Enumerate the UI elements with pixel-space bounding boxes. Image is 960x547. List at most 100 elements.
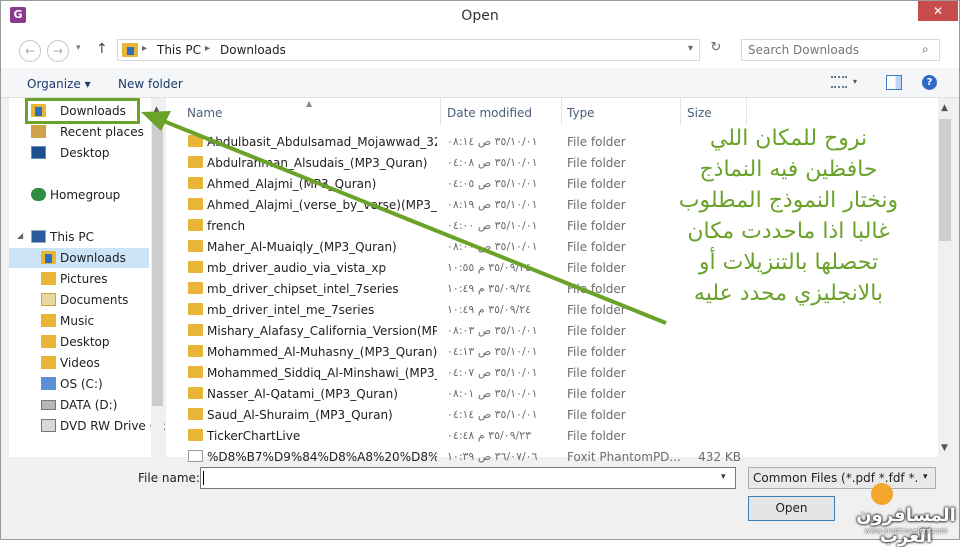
- column-divider[interactable]: [746, 98, 747, 125]
- folder-icon: [188, 303, 203, 315]
- close-button[interactable]: ✕: [918, 1, 958, 21]
- sort-ascending-icon: ▲: [306, 99, 313, 108]
- hard-drive-icon: [41, 400, 56, 410]
- filename-dropdown-icon[interactable]: ▾: [721, 472, 726, 482]
- folder-icon: [188, 240, 203, 252]
- folder-icon: [188, 366, 203, 378]
- sidebar-item-desktop[interactable]: Desktop: [9, 332, 149, 352]
- new-folder-button[interactable]: New folder: [118, 77, 183, 91]
- folder-icon: [188, 261, 203, 273]
- recent-locations-dropdown-icon[interactable]: ▾: [76, 43, 81, 53]
- folder-icon: [188, 408, 203, 420]
- pictures-folder-icon: [41, 272, 56, 285]
- sidebar-item-os-c[interactable]: OS (C:): [9, 374, 149, 394]
- folder-icon: [188, 135, 203, 147]
- sidebar-item-label: Music: [60, 314, 95, 328]
- back-button[interactable]: ←: [19, 40, 41, 62]
- file-type: File folder: [567, 156, 626, 170]
- help-icon[interactable]: ?: [922, 75, 937, 90]
- file-date: ٣٥/١٠/٠١ ص ٠٤:١٤: [447, 408, 538, 421]
- column-divider[interactable]: [680, 98, 681, 125]
- search-icon[interactable]: ⌕: [922, 42, 929, 57]
- sidebar-item-label: Pictures: [60, 272, 108, 286]
- view-dropdown-icon[interactable]: ▾: [853, 77, 857, 86]
- scroll-up-icon[interactable]: ▲: [153, 105, 160, 115]
- navigation-pane: Downloads Recent places Desktop Homegrou…: [9, 98, 166, 457]
- file-name: mb_driver_intel_me_7series: [207, 303, 375, 317]
- filename-input[interactable]: ▾: [200, 467, 736, 489]
- table-row[interactable]: Mohammed_Siddiq_Al-Minshawi_(MP3_... ٣٥/١…: [166, 362, 938, 383]
- column-header-date[interactable]: Date modified: [447, 106, 532, 120]
- sidebar-item-homegroup[interactable]: Homegroup: [9, 185, 149, 205]
- annotation-text: نروح للمكان اللي حافظين فيه النماذج ونخت…: [656, 123, 921, 309]
- open-button[interactable]: Open: [748, 496, 835, 521]
- breadcrumb-this-pc[interactable]: This PC: [157, 43, 201, 57]
- file-type: File folder: [567, 219, 626, 233]
- sidebar-item-videos[interactable]: Videos: [9, 353, 149, 373]
- column-header-size[interactable]: Size: [687, 106, 712, 120]
- sidebar-item-label: Recent places: [60, 125, 144, 139]
- file-date: ٣٥/٠٩/٢٤ م ١٠:٤٩: [447, 303, 532, 316]
- search-placeholder: Search Downloads: [748, 43, 859, 57]
- table-row[interactable]: Nasser_Al-Qatami_(MP3_Quran) ٣٥/١٠/٠١ ص ٠…: [166, 383, 938, 404]
- forward-button[interactable]: →: [47, 40, 69, 62]
- folder-icon: [188, 345, 203, 357]
- file-name: Saud_Al-Shuraim_(MP3_Quran): [207, 408, 393, 422]
- file-type: File folder: [567, 135, 626, 149]
- address-bar[interactable]: ▸ This PC ▸ Downloads ▾: [117, 39, 700, 61]
- sidebar-item-downloads[interactable]: Downloads: [9, 248, 149, 268]
- sidebar-item-desktop-favorite[interactable]: Desktop: [9, 143, 149, 163]
- sidebar-item-label: Videos: [60, 356, 100, 370]
- table-row[interactable]: Mishary_Alafasy_California_Version(MP3..…: [166, 320, 938, 341]
- scroll-up-icon[interactable]: ▲: [941, 103, 948, 113]
- dialog-title: Open: [461, 8, 499, 24]
- file-name: Nasser_Al-Qatami_(MP3_Quran): [207, 387, 398, 401]
- file-date: ٣٥/١٠/٠١ ص ٠٤:٠٨: [447, 156, 538, 169]
- table-row[interactable]: Mohammed_Al-Muhasny_(MP3_Quran) ٣٥/١٠/٠١ …: [166, 341, 938, 362]
- column-header-type[interactable]: Type: [567, 106, 595, 120]
- table-row[interactable]: Saud_Al-Shuraim_(MP3_Quran) ٣٥/١٠/٠١ ص ٠٤…: [166, 404, 938, 425]
- breadcrumb-separator-icon[interactable]: ▸: [205, 43, 210, 54]
- sidebar-item-pictures[interactable]: Pictures: [9, 269, 149, 289]
- file-date: ٣٥/١٠/٠١ ص ٠٨:٠١: [447, 387, 538, 400]
- sidebar-item-label: Documents: [60, 293, 129, 307]
- file-name: %D8%B7%D9%84%D8%A8%20%D8%A5...: [207, 450, 437, 464]
- sidebar-item-label: OS (C:): [60, 377, 103, 391]
- file-name: Ahmed_Alajmi_(verse_by_verse)(MP3_Qu...: [207, 198, 437, 212]
- sidebar-item-this-pc[interactable]: ◢ This PC: [9, 227, 149, 247]
- breadcrumb-downloads[interactable]: Downloads: [220, 43, 286, 57]
- sidebar-item-documents[interactable]: Documents: [9, 290, 149, 310]
- search-input[interactable]: Search Downloads ⌕: [741, 39, 940, 61]
- file-name: mb_driver_audio_via_vista_xp: [207, 261, 387, 275]
- organize-button[interactable]: Organize ▾: [27, 77, 91, 91]
- sidebar-item-music[interactable]: Music: [9, 311, 149, 331]
- file-name: Maher_Al-Muaiqly_(MP3_Quran): [207, 240, 397, 254]
- windows-drive-icon: [41, 377, 56, 390]
- command-toolbar: Organize ▾ New folder ▾ ?: [1, 68, 959, 98]
- preview-pane-icon[interactable]: [886, 75, 902, 90]
- annotation-line: غالبا اذا ماحددت مكان: [687, 219, 890, 244]
- expand-arrow-icon[interactable]: ◢: [17, 231, 23, 240]
- annotation-line: نروح للمكان اللي: [709, 126, 868, 151]
- sidebar-scrollbar-thumb[interactable]: [152, 121, 163, 406]
- computer-icon: [31, 230, 46, 243]
- annotation-line: حافظين فيه النماذج: [699, 157, 878, 182]
- address-dropdown-icon[interactable]: ▾: [688, 43, 693, 54]
- table-row[interactable]: TickerChartLive ٣٥/٠٩/٢٣ م ٠٤:٤٨ File fold…: [166, 425, 938, 446]
- sidebar-item-data-d[interactable]: DATA (D:): [9, 395, 149, 415]
- column-header-name[interactable]: Name: [187, 106, 222, 120]
- file-date: ٣٥/٠٩/٢٤ م ١٠:٥٥: [447, 261, 532, 274]
- table-row[interactable]: %D8%B7%D9%84%D8%A8%20%D8%A5... ٣٦/٠٧/٠٦ ص…: [166, 446, 938, 467]
- sidebar-item-dvd-drive[interactable]: DVD RW Drive (E:: [9, 416, 166, 436]
- up-button[interactable]: ↑: [96, 41, 108, 57]
- column-divider[interactable]: [561, 98, 562, 125]
- downloads-folder-icon: [41, 251, 56, 264]
- change-view-icon[interactable]: [831, 76, 847, 88]
- refresh-button[interactable]: ↻: [705, 40, 727, 60]
- scroll-down-icon[interactable]: ▼: [941, 443, 948, 453]
- breadcrumb-separator-icon[interactable]: ▸: [142, 43, 147, 54]
- folder-icon: [188, 198, 203, 210]
- file-list-scrollbar-thumb[interactable]: [939, 119, 951, 241]
- sidebar-item-recent-places[interactable]: Recent places: [9, 122, 149, 142]
- column-divider[interactable]: [440, 98, 441, 125]
